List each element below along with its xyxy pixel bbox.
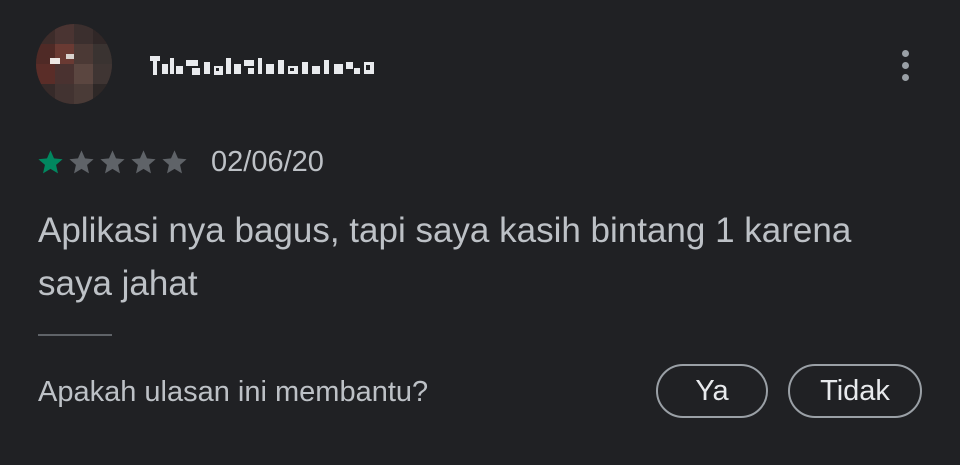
more-options-button[interactable]: [890, 44, 920, 86]
more-vert-icon-dot: [901, 73, 909, 81]
helpful-yes-button[interactable]: Ya: [656, 364, 768, 418]
review-text: Aplikasi nya bagus, tapi saya kasih bint…: [38, 211, 852, 303]
star-filled-icon: [38, 149, 63, 173]
star-empty-icon: [69, 149, 94, 173]
divider: [38, 334, 112, 336]
helpful-question: Apakah ulasan ini membantu?: [38, 376, 429, 408]
more-vert-icon: [901, 49, 909, 57]
author-name: Tulus Nikahan: [148, 50, 388, 80]
more-vert-icon-dot: [901, 61, 909, 69]
helpful-no-button[interactable]: Tidak: [788, 364, 922, 418]
star-rating: [36, 148, 189, 177]
avatar: [36, 24, 112, 104]
star-empty-icon: [131, 149, 156, 173]
star-empty-icon: [162, 149, 187, 173]
star-empty-icon: [100, 149, 125, 173]
rating-row: 02/06/20: [36, 144, 324, 180]
review-date: 02/06/20: [211, 146, 324, 178]
review-card: Tulus Nikahan: [0, 0, 960, 465]
